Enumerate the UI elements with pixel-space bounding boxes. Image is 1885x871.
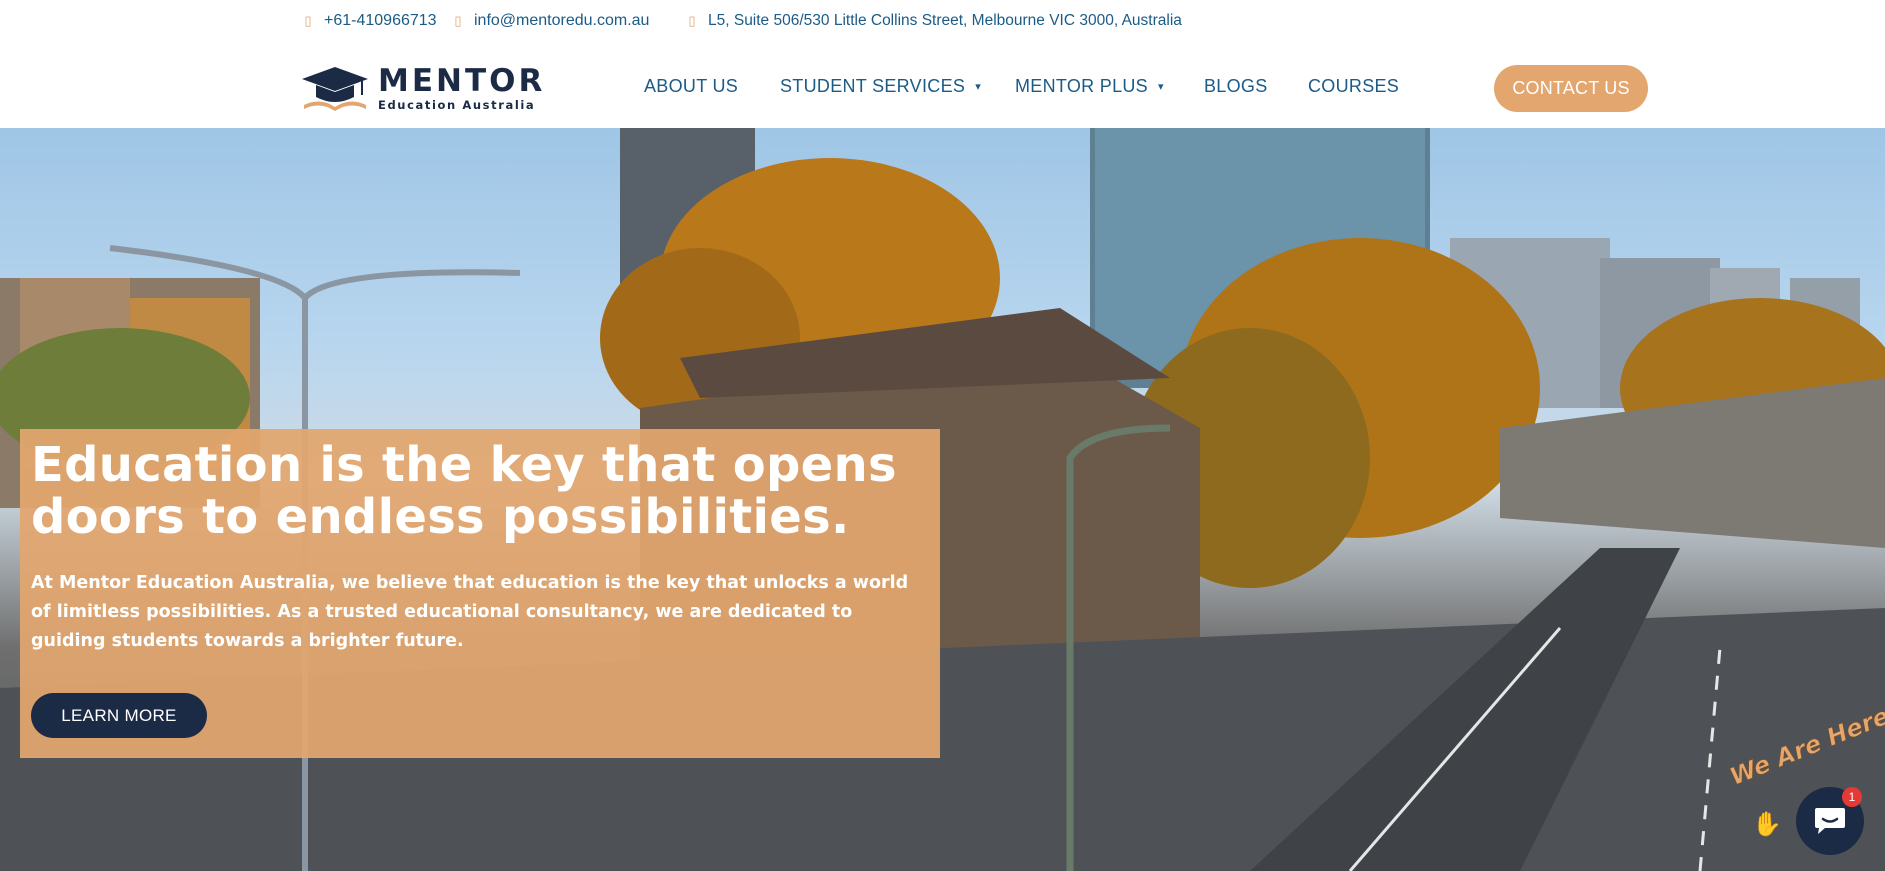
contact-us-button[interactable]: CONTACT US (1494, 65, 1648, 112)
logo-tagline: Education Australia (378, 98, 536, 113)
street-address: L5, Suite 506/530 Little Collins Street,… (708, 12, 1182, 29)
nav-courses[interactable]: COURSES (1308, 76, 1399, 97)
nav-item-label: ABOUT US (644, 76, 739, 96)
map-marker-icon: ▯ (688, 13, 696, 28)
site-logo[interactable]: MENTOR Education Australia (300, 64, 545, 114)
main-header: MENTOR Education Australia ABOUT US STUD… (0, 44, 1885, 128)
nav-about-us[interactable]: ABOUT US (644, 76, 738, 97)
nav-item-label: MENTOR PLUS (1015, 76, 1148, 96)
phone-number[interactable]: +61-410966713 (324, 12, 437, 30)
nav-mentor-plus[interactable]: MENTOR PLUS ▾ (1015, 76, 1164, 97)
address-contact: ▯ L5, Suite 506/530 Little Collins Stree… (686, 12, 1182, 30)
nav-item-label: COURSES (1308, 76, 1400, 96)
learn-more-button[interactable]: LEARN MORE (31, 693, 207, 738)
mail-icon: ▯ (454, 13, 462, 28)
email-contact[interactable]: ▯ info@mentoredu.com.au (452, 12, 649, 30)
phone-contact[interactable]: ▯ +61-410966713 (302, 12, 437, 30)
waving-hand-icon: ✋ (1752, 811, 1782, 838)
chat-bubble-icon (1815, 808, 1845, 834)
nav-item-label: STUDENT SERVICES (780, 76, 966, 96)
hero-title: Education is the key that opens doors to… (31, 437, 897, 545)
notification-badge: 1 (1842, 787, 1862, 807)
logo-name: MENTOR (378, 63, 546, 100)
graduation-cap-icon (302, 67, 368, 111)
nav-student-services[interactable]: STUDENT SERVICES ▾ (780, 76, 981, 97)
nav-blogs[interactable]: BLOGS (1204, 76, 1268, 97)
email-address[interactable]: info@mentoredu.com.au (474, 12, 649, 30)
hero-content-box: Education is the key that opens doors to… (20, 429, 940, 758)
top-info-bar: ▯ +61-410966713 ▯ info@mentoredu.com.au … (0, 0, 1885, 44)
chevron-down-icon: ▾ (1158, 81, 1164, 93)
phone-icon: ▯ (304, 13, 312, 28)
nav-item-label: BLOGS (1204, 76, 1268, 96)
chevron-down-icon: ▾ (975, 81, 982, 93)
hero-description: At Mentor Education Australia, we believ… (31, 573, 909, 651)
hero-section: Education is the key that opens doors to… (0, 128, 1885, 871)
